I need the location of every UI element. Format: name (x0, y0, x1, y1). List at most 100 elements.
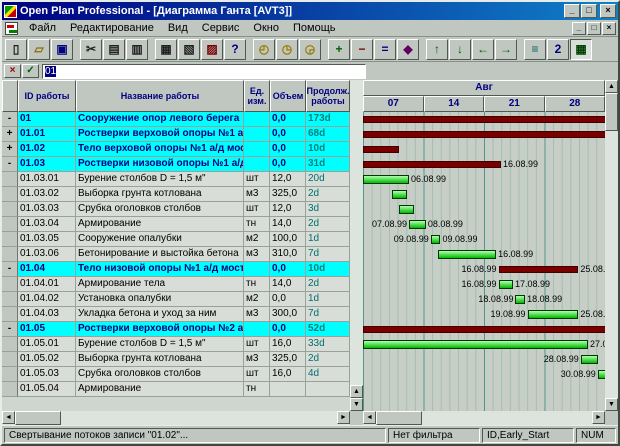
task-bar[interactable] (515, 295, 525, 304)
chart-horizontal-scrollbar[interactable]: ◄ ► (363, 411, 605, 425)
close-button[interactable]: × (600, 4, 616, 18)
add-row-button[interactable]: + (328, 39, 350, 60)
minimize-button[interactable]: _ (564, 4, 580, 18)
help-book-button[interactable]: ▨ (201, 39, 223, 60)
scroll-up-arrow[interactable]: ▲ (350, 385, 363, 398)
cut-button[interactable]: ✂ (80, 39, 102, 60)
scrollbar-thumb[interactable] (605, 93, 618, 131)
scrollbar-track[interactable] (61, 411, 337, 425)
context-help-button[interactable]: ? (224, 39, 246, 60)
header-unit[interactable]: Ед. изм. (244, 80, 270, 112)
table-row[interactable]: 01.05.03Срубка оголовков столбовшт16,04d (2, 367, 350, 382)
child-restore-button[interactable]: □ (587, 22, 601, 35)
table-row[interactable]: +01.01Ростверки верховой опоры №1 а/д0,0… (2, 127, 350, 142)
task-bar[interactable] (409, 220, 426, 229)
summary-bar[interactable] (363, 326, 605, 333)
task-bar[interactable] (392, 190, 407, 199)
histogram-view-button[interactable]: 2 (547, 39, 569, 60)
child-minimize-button[interactable]: _ (572, 22, 586, 35)
demote-button[interactable]: → (495, 39, 517, 60)
expand-collapse-toggle[interactable]: + (2, 127, 18, 142)
table-row[interactable]: 01.03.05Сооружение опалубким2100,01d (2, 232, 350, 247)
spreadsheet-view-button[interactable]: ▦ (570, 39, 592, 60)
table-row[interactable]: -01.04Тело низовой опоры №1 а/д моста0,0… (2, 262, 350, 277)
menu-item[interactable]: Сервис (195, 21, 247, 35)
scroll-right-arrow[interactable]: ► (337, 411, 350, 424)
table-row[interactable]: +01.02Тело верховой опоры №1 а/д моста0,… (2, 142, 350, 157)
clock-button[interactable]: ◶ (299, 39, 321, 60)
table-row[interactable]: -01Сооружение опор левого берега0,0173d (2, 112, 350, 127)
scroll-left-arrow[interactable]: ◄ (363, 411, 376, 424)
table-vertical-scrollbar[interactable]: ▲ ▼ (350, 80, 363, 425)
chart-vertical-scrollbar[interactable]: ▲ ▼ (605, 80, 618, 425)
table-row[interactable]: 01.03.04Армированиетн14,02d (2, 217, 350, 232)
expand-collapse-toggle[interactable]: - (2, 112, 18, 127)
header-id[interactable]: ID работы (18, 80, 76, 112)
gantt-view-button[interactable]: ≡ (524, 39, 546, 60)
expand-collapse-toggle[interactable]: - (2, 262, 18, 277)
table-row[interactable]: 01.03.01Бурение столбов D = 1,5 м"шт12,0… (2, 172, 350, 187)
task-bar[interactable] (363, 175, 409, 184)
app-icon[interactable] (4, 5, 17, 18)
promote-button[interactable]: ← (472, 39, 494, 60)
new-document-button[interactable]: ▯ (5, 39, 27, 60)
milestone-button[interactable]: ◆ (397, 39, 419, 60)
print-button[interactable]: ▦ (155, 39, 177, 60)
remove-row-button[interactable]: − (351, 39, 373, 60)
table-row[interactable]: 01.03.02Выборка грунта котлованам3325,02… (2, 187, 350, 202)
title-bar[interactable]: Open Plan Professional - [Диаграмма Гант… (2, 2, 618, 20)
scroll-down-arrow[interactable]: ▼ (350, 398, 363, 411)
table-row[interactable]: 01.03.03Срубка оголовков столбовшт12,03d (2, 202, 350, 217)
menu-item[interactable]: Файл (22, 21, 63, 35)
link-button[interactable]: = (374, 39, 396, 60)
table-row[interactable]: 01.04.01Армирование телатн14,02d (2, 277, 350, 292)
restore-button[interactable]: □ (581, 4, 597, 18)
move-up-button[interactable]: ↑ (426, 39, 448, 60)
scroll-left-arrow[interactable]: ◄ (2, 411, 15, 424)
child-window-icon[interactable] (5, 22, 18, 35)
scrollbar-thumb[interactable] (15, 411, 61, 425)
scroll-down-arrow[interactable]: ▼ (605, 398, 618, 411)
table-row[interactable]: 01.05.02Выборка грунта котлованам3325,02… (2, 352, 350, 367)
expand-collapse-toggle[interactable]: + (2, 142, 18, 157)
time-now-button[interactable]: ◴ (253, 39, 275, 60)
cell-edit-input[interactable]: 01 (42, 64, 366, 79)
cancel-edit-button[interactable]: × (4, 64, 21, 78)
menu-item[interactable]: Помощь (286, 21, 343, 35)
menu-item[interactable]: Окно (246, 21, 286, 35)
summary-bar[interactable] (363, 146, 399, 153)
child-close-button[interactable]: × (602, 22, 616, 35)
summary-bar[interactable] (363, 116, 605, 123)
task-bar[interactable] (499, 280, 514, 289)
paste-button[interactable]: ▥ (126, 39, 148, 60)
time-analysis-button[interactable]: ◷ (276, 39, 298, 60)
menu-item[interactable]: Вид (161, 21, 195, 35)
scrollbar-track[interactable] (422, 411, 592, 425)
table-row[interactable]: -01.05Ростверки верховой опоры №2 а/д0,0… (2, 322, 350, 337)
expand-collapse-toggle[interactable]: - (2, 322, 18, 337)
table-row[interactable]: 01.05.04Армированиетн (2, 382, 350, 397)
task-bar[interactable] (528, 310, 579, 319)
scrollbar-thumb[interactable] (376, 411, 422, 425)
expand-collapse-toggle[interactable]: - (2, 157, 18, 172)
scrollbar-track[interactable] (350, 80, 363, 385)
scrollbar-track[interactable] (605, 131, 618, 398)
summary-bar[interactable] (363, 131, 605, 138)
table-row[interactable]: 01.04.03Укладка бетона и уход за нимм330… (2, 307, 350, 322)
save-button[interactable]: ▣ (51, 39, 73, 60)
scroll-right-arrow[interactable]: ► (592, 411, 605, 424)
table-row[interactable]: 01.03.06Бетонирование и выстойка бетонам… (2, 247, 350, 262)
header-duration[interactable]: Продолж. работы (306, 80, 350, 112)
task-bar[interactable] (581, 355, 598, 364)
scroll-up-arrow[interactable]: ▲ (605, 80, 618, 93)
table-row[interactable]: 01.05.01Бурение столбов D = 1,5 м"шт16,0… (2, 337, 350, 352)
move-down-button[interactable]: ↓ (449, 39, 471, 60)
table-horizontal-scrollbar[interactable]: ◄ ► (2, 411, 350, 425)
header-volume[interactable]: Объем (270, 80, 306, 112)
print-preview-button[interactable]: ▧ (178, 39, 200, 60)
table-row[interactable]: -01.03Ростверки низовой опоры №1 а/д м0,… (2, 157, 350, 172)
task-bar[interactable] (363, 340, 588, 349)
summary-bar[interactable] (499, 266, 579, 273)
summary-bar[interactable] (363, 161, 501, 168)
task-bar[interactable] (431, 235, 441, 244)
